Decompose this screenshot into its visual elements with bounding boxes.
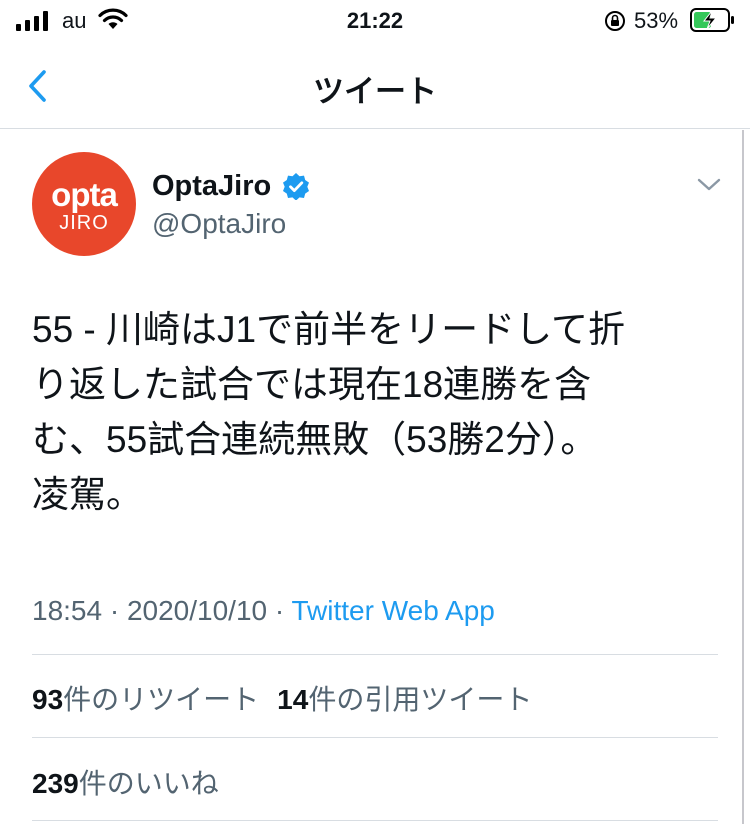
- battery-charging-icon: [690, 8, 734, 32]
- quotes-count: 14: [277, 684, 309, 715]
- display-name[interactable]: OptaJiro: [152, 170, 271, 203]
- page-title: ツイート: [313, 74, 437, 109]
- meta-separator: ·: [109, 595, 120, 626]
- user-handle[interactable]: @OptaJiro: [152, 208, 286, 240]
- tweet-source-link[interactable]: Twitter Web App: [292, 595, 495, 626]
- verified-badge-icon: [283, 173, 309, 200]
- likes-label: 件のいいね: [78, 768, 219, 799]
- likes-count: 239: [32, 768, 79, 799]
- tweet-time: 18:54: [32, 595, 103, 626]
- avatar[interactable]: opta JIRO: [32, 152, 136, 256]
- avatar-logo-subtext: JIRO: [59, 212, 109, 234]
- divider: [32, 820, 718, 821]
- engagement-stats: 93件のリツイート 14件の引用ツイート: [32, 678, 532, 718]
- avatar-logo-text: opta: [51, 176, 118, 213]
- orientation-lock-icon: [605, 11, 625, 31]
- tweet-meta: 18:54 · 2020/10/10 · Twitter Web App: [32, 595, 495, 627]
- navigation-bar: ツイート: [0, 44, 750, 129]
- meta-separator: ·: [274, 595, 285, 626]
- retweets-count: 93: [32, 684, 64, 715]
- retweets-label: 件のリツイート: [63, 684, 260, 715]
- battery-percent: 53%: [634, 8, 679, 33]
- tweet-date: 2020/10/10: [126, 595, 268, 626]
- chevron-down-icon[interactable]: [696, 176, 722, 194]
- divider: [32, 654, 718, 655]
- tweet-text: 55 - 川崎はJ1で前半をリードして折 り返した試合では現在18連勝を含 む、…: [32, 309, 626, 515]
- likes-stat[interactable]: 239件のいいね: [32, 762, 219, 802]
- divider: [32, 737, 718, 738]
- scroll-indicator: [742, 130, 744, 824]
- retweets-stat[interactable]: 93件のリツイート: [32, 684, 259, 715]
- quotes-label: 件の引用ツイート: [308, 684, 533, 715]
- quotes-stat[interactable]: 14件の引用ツイート: [277, 684, 532, 715]
- status-bar: au 21:22 53%: [0, 0, 750, 44]
